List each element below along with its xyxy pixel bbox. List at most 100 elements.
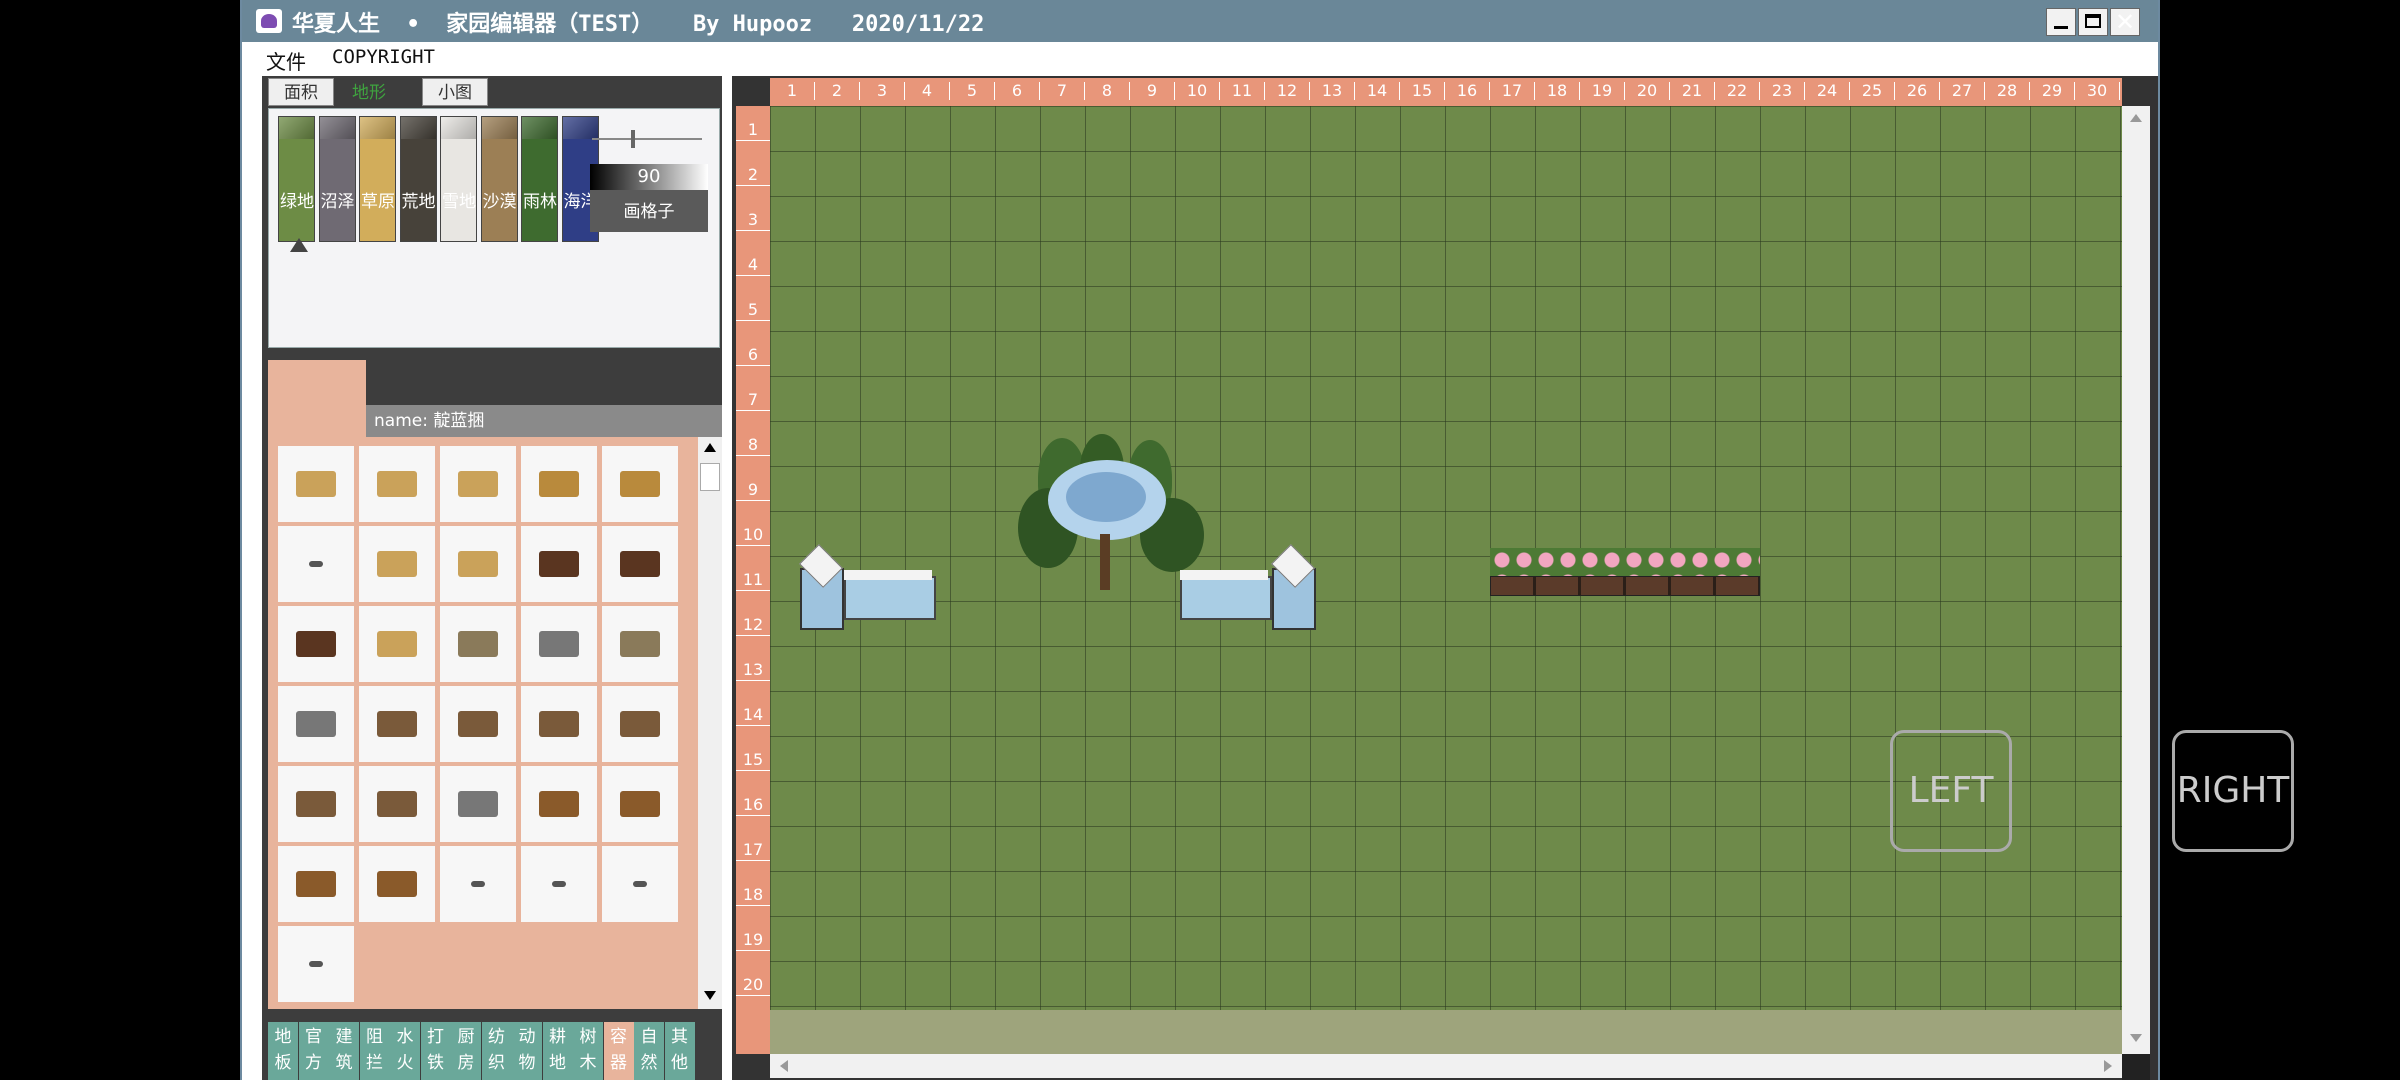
terrain-texture-icon	[481, 117, 517, 139]
item-cell[interactable]	[521, 606, 597, 682]
close-button[interactable]: ✕	[2110, 8, 2140, 36]
map-vertical-scrollbar[interactable]	[2122, 106, 2150, 1054]
item-cell[interactable]	[521, 526, 597, 602]
item-sprite-icon	[377, 551, 417, 577]
category-button[interactable]: 动物	[512, 1022, 542, 1080]
terrain-swatch-0[interactable]: 绿地	[278, 116, 315, 242]
terrain-swatch-1[interactable]: 沼泽	[318, 116, 356, 242]
item-cell[interactable]	[440, 526, 516, 602]
scroll-corner	[2122, 1054, 2150, 1080]
right-button[interactable]: RIGHT	[2172, 730, 2294, 852]
item-cell[interactable]	[440, 766, 516, 842]
maximize-button[interactable]	[2078, 8, 2108, 36]
category-button[interactable]: 容器	[603, 1022, 634, 1080]
category-button[interactable]: 厨房	[451, 1022, 481, 1080]
menu-file[interactable]: 文件	[266, 46, 306, 75]
category-button[interactable]: 纺织	[481, 1022, 512, 1080]
ruler-x-label: 6	[995, 82, 1040, 100]
item-cell[interactable]	[602, 526, 678, 602]
ruler-y-label: 8	[736, 435, 770, 456]
map-horizontal-scrollbar[interactable]	[770, 1054, 2122, 1078]
terrain-swatch-3[interactable]: 荒地	[399, 116, 437, 242]
flower-box-row[interactable]	[1490, 548, 1760, 598]
item-cell[interactable]	[440, 446, 516, 522]
item-cell[interactable]	[359, 526, 435, 602]
category-label-line2: 木	[579, 1053, 597, 1073]
wall-object-right[interactable]	[1180, 544, 1316, 630]
category-button[interactable]: 地板	[268, 1022, 298, 1080]
category-button[interactable]: 其他	[664, 1022, 695, 1080]
category-button[interactable]: 水火	[390, 1022, 420, 1080]
item-cell[interactable]	[278, 846, 354, 922]
tab-terrain[interactable]: 地形	[336, 78, 402, 106]
category-button[interactable]: 树木	[573, 1022, 603, 1080]
item-cell[interactable]	[602, 446, 678, 522]
item-cell[interactable]	[278, 526, 354, 602]
item-scroll-thumb[interactable]	[700, 463, 720, 491]
item-cell[interactable]	[359, 846, 435, 922]
wall-object-left[interactable]	[799, 544, 936, 630]
item-cell[interactable]	[359, 446, 435, 522]
map-grid[interactable]	[770, 106, 2122, 1010]
item-cell[interactable]	[521, 446, 597, 522]
category-button[interactable]: 耕地	[542, 1022, 573, 1080]
terrain-swatch-4[interactable]: 雪地	[440, 116, 477, 242]
left-button[interactable]: LEFT	[1890, 730, 2012, 852]
tab-thumbnail[interactable]: 小图	[422, 78, 488, 106]
item-cell[interactable]	[521, 846, 597, 922]
item-cell[interactable]	[602, 766, 678, 842]
terrain-swatch-6[interactable]: 雨林	[521, 116, 558, 242]
item-cell[interactable]	[440, 846, 516, 922]
item-cell[interactable]	[440, 686, 516, 762]
item-cell[interactable]	[440, 606, 516, 682]
ruler-x-label: 14	[1355, 82, 1400, 100]
item-cell[interactable]	[278, 686, 354, 762]
item-cell[interactable]	[521, 766, 597, 842]
selected-terrain-pointer-icon	[290, 238, 308, 252]
terrain-texture-icon	[441, 117, 476, 139]
item-cell[interactable]	[278, 926, 354, 1002]
map-scroll-down-icon[interactable]	[2130, 1034, 2142, 1042]
item-cell[interactable]	[359, 686, 435, 762]
category-button[interactable]: 官方	[298, 1022, 329, 1080]
tab-area[interactable]: 面积	[268, 78, 334, 106]
draw-grid-button[interactable]: 画格子	[590, 190, 708, 232]
category-label-line2: 筑	[335, 1053, 353, 1073]
category-button[interactable]: 自然	[634, 1022, 664, 1080]
brush-slider-track[interactable]	[592, 138, 702, 140]
ruler-x-label: 7	[1040, 82, 1085, 100]
item-cell[interactable]	[359, 766, 435, 842]
category-button[interactable]: 建筑	[329, 1022, 359, 1080]
minimize-button[interactable]	[2046, 8, 2076, 36]
brush-slider-thumb[interactable]	[630, 130, 635, 148]
ruler-x-label: 20	[1625, 82, 1670, 100]
item-cell[interactable]	[602, 846, 678, 922]
terrain-swatch-2[interactable]: 草原	[359, 116, 396, 242]
item-cell[interactable]	[278, 766, 354, 842]
item-sprite-icon	[458, 711, 498, 737]
item-sprite-icon	[620, 471, 660, 497]
map-scroll-right-icon[interactable]	[2104, 1060, 2112, 1072]
item-cell[interactable]	[278, 446, 354, 522]
item-cell[interactable]	[359, 606, 435, 682]
scroll-down-icon[interactable]	[704, 991, 716, 1000]
item-cell[interactable]	[278, 606, 354, 682]
ruler-x-label: 2	[815, 82, 860, 100]
terrain-swatch-5[interactable]: 沙漠	[480, 116, 518, 242]
item-cell[interactable]	[521, 686, 597, 762]
item-sprite-icon	[633, 881, 647, 887]
ruler-y-label: 7	[736, 390, 770, 411]
item-scrollbar[interactable]	[698, 437, 722, 1009]
map-scroll-up-icon[interactable]	[2130, 114, 2142, 122]
item-cell[interactable]	[602, 686, 678, 762]
ruler-x-label: 16	[1445, 82, 1490, 100]
category-button[interactable]: 阻拦	[359, 1022, 390, 1080]
ruler-x-label: 22	[1715, 82, 1760, 100]
category-button[interactable]: 打铁	[420, 1022, 451, 1080]
menu-copyright[interactable]: COPYRIGHT	[332, 46, 435, 68]
item-cell[interactable]	[602, 606, 678, 682]
category-label-line2: 地	[549, 1053, 566, 1073]
ruler-x-label: 26	[1895, 82, 1940, 100]
scroll-up-icon[interactable]	[704, 443, 716, 452]
map-scroll-left-icon[interactable]	[780, 1060, 788, 1072]
